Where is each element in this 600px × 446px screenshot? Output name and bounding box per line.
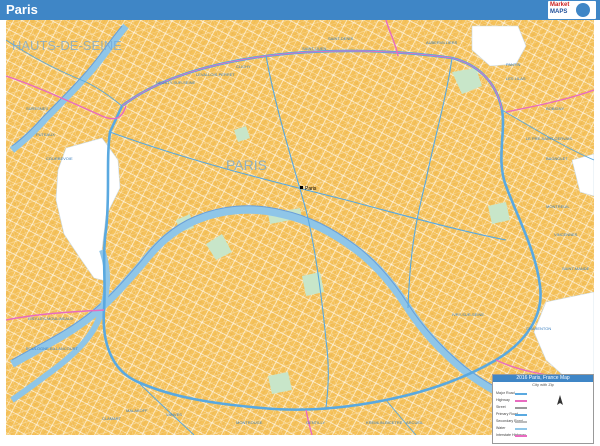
place-label: BOULOGNE-BILLANCOURT <box>26 346 78 351</box>
place-label: VINCENNES <box>554 232 578 237</box>
place-label: SURESNES <box>26 106 48 111</box>
place-label: AUBERVILLIERS <box>426 40 458 45</box>
place-label: SAINT-MANDE <box>562 266 590 271</box>
place-label: IVRY-SUR-SEINE <box>452 312 484 317</box>
legend-row: Major Road <box>496 391 515 395</box>
legend-swatch <box>515 435 527 437</box>
title-bar: Paris Market MAPS <box>0 0 600 20</box>
place-label: SAINT-DENIS <box>328 36 353 41</box>
place-label: BOBIGNY <box>546 106 565 111</box>
place-label: LEVALLOIS-PERRET <box>196 72 235 77</box>
legend-row: Water <box>496 426 506 430</box>
place-label: MONTROUGE <box>236 420 263 425</box>
place-label: MALAKOFF <box>126 408 148 413</box>
place-label: GENTILLY <box>306 420 325 425</box>
place-label: CLICHY <box>236 64 251 69</box>
map-canvas[interactable]: HAUTS-DE-SEINE PARIS Paris ISSY-LES-MOUL… <box>6 20 594 435</box>
brand-logo-text-top: Market <box>550 2 570 8</box>
north-arrow-icon <box>557 395 563 405</box>
place-label: CHARENTON <box>526 326 551 331</box>
place-label: BAGNOLET <box>546 156 568 161</box>
place-label: KREMLIN-BICETRE <box>366 420 403 425</box>
place-label: MONTREUIL <box>546 204 570 209</box>
legend-swatch <box>515 400 527 402</box>
place-label: ARCUEIL <box>406 420 424 425</box>
place-label: NEUILLY-SUR-SEINE <box>156 80 195 85</box>
park-pere-lachaise <box>488 202 510 224</box>
legend-swatch <box>515 407 527 409</box>
region-label: HAUTS-DE-SEINE <box>12 38 122 53</box>
map-frame: Paris Market MAPS HAUTS-DE-SEINE PARIS P… <box>0 0 600 446</box>
place-label: PUTEAUX <box>36 132 55 137</box>
map-legend: 2016 Paris, France Map City with Zip Maj… <box>492 374 594 444</box>
place-label: LE PRE-SAINT-GERVAIS <box>526 136 572 141</box>
place-label: PANTIN <box>506 62 520 67</box>
legend-swatch <box>515 428 527 430</box>
city-center-label: PARIS <box>226 157 267 173</box>
legend-row: Highway <box>496 398 510 402</box>
legend-row: Street <box>496 405 506 409</box>
place-label: SAINT-OUEN <box>302 46 327 51</box>
park-montsouris <box>268 372 292 394</box>
brand-logo[interactable]: Market MAPS <box>548 1 596 19</box>
map-title: Paris <box>6 2 38 17</box>
place-label: CLAMART <box>102 416 122 421</box>
brand-logo-text-bottom: MAPS <box>550 9 568 15</box>
legend-subtitle: City with Zip <box>532 382 554 387</box>
legend-swatch <box>515 393 527 395</box>
city-marker-label: Paris <box>305 186 317 192</box>
legend-title: 2016 Paris, France Map <box>493 375 593 382</box>
globe-icon <box>576 3 590 17</box>
place-label: LES LILAS <box>506 76 526 81</box>
legend-swatch <box>515 414 527 416</box>
place-label: COURBEVOIE <box>46 156 73 161</box>
place-label: ISSY-LES-MOULINEAUX <box>28 316 74 321</box>
place-label: VANVES <box>166 412 182 417</box>
city-marker-icon <box>300 186 303 189</box>
legend-swatch <box>515 421 527 423</box>
